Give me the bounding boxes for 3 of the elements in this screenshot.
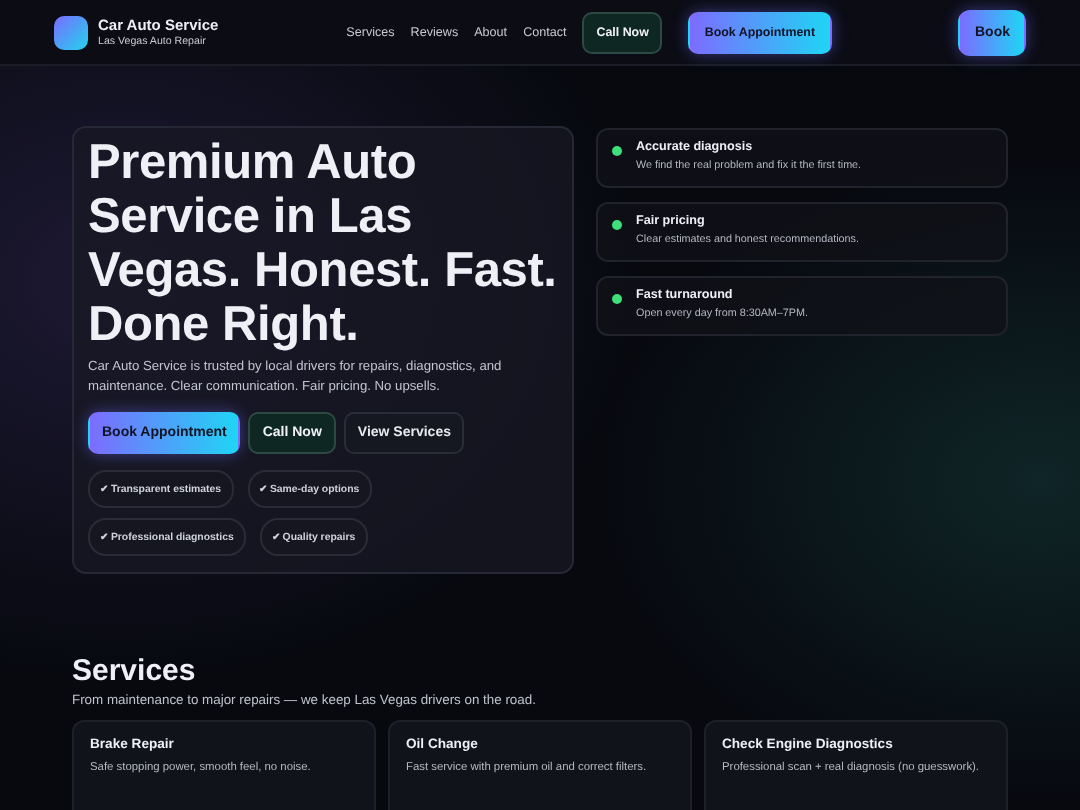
hero-title: Premium Auto Service in Las Vegas. Honest. Fast. Done Right. <box>88 136 558 352</box>
section-title: Services <box>72 654 198 688</box>
logo-icon <box>54 15 88 49</box>
